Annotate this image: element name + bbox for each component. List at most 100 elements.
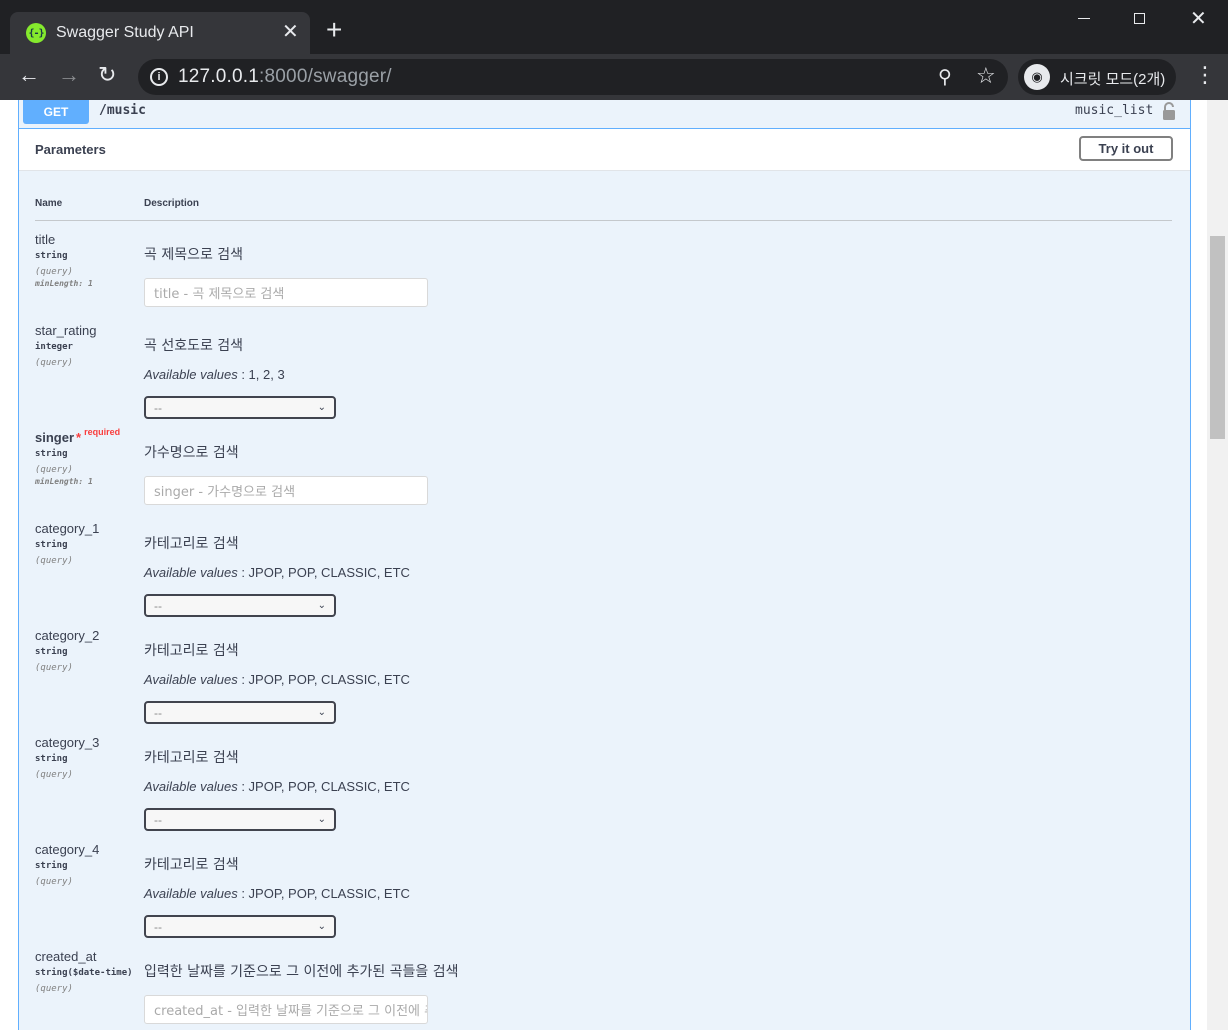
chevron-down-icon: ⌄ — [317, 921, 326, 932]
param-type: string — [35, 540, 68, 550]
tab-title: Swagger Study API — [56, 24, 194, 41]
url-host: 127.0.0.1 — [178, 66, 260, 87]
new-tab-icon[interactable]: + — [326, 16, 342, 44]
bookmark-star-icon[interactable]: ☆ — [976, 63, 996, 89]
back-arrow-icon[interactable]: ← — [18, 64, 40, 86]
param-location: (query) — [35, 984, 73, 994]
operation-block: GET /music music_list Parameters Try it … — [18, 100, 1191, 1030]
param-name: category_2 — [35, 628, 100, 643]
url-text[interactable]: 127.0.0.1:8000/swagger/ — [178, 66, 392, 88]
param-location: (query) — [35, 465, 73, 475]
select-value: -- — [154, 400, 162, 415]
param-location: (query) — [35, 770, 73, 780]
zoom-icon[interactable]: ⚲ — [938, 66, 952, 89]
operation-path: /music — [99, 103, 146, 118]
header-divider — [35, 220, 1172, 221]
parameters-title: Parameters — [35, 142, 106, 157]
param-minlength: minLength: 1 — [35, 477, 93, 486]
param-description: 곡 제목으로 검색 — [144, 247, 244, 263]
incognito-label: 시크릿 모드(2개) — [1060, 71, 1166, 88]
param-minlength: minLength: 1 — [35, 279, 93, 288]
forward-arrow-icon[interactable]: → — [58, 64, 80, 86]
category-3-select[interactable]: -- ⌄ — [144, 808, 336, 831]
browser-tab[interactable]: {-} Swagger Study API ✕ — [10, 12, 310, 54]
param-type: string($date-time) — [35, 968, 133, 978]
page-scrollbar[interactable] — [1207, 100, 1228, 1030]
reload-icon[interactable]: ↻ — [98, 64, 116, 86]
column-header-name: Name — [35, 198, 63, 209]
available-list: : JPOP, POP, CLASSIC, ETC — [237, 779, 410, 794]
maximize-icon[interactable] — [1134, 13, 1145, 24]
minimize-icon[interactable] — [1078, 18, 1090, 19]
param-available-values: Available values : JPOP, POP, CLASSIC, E… — [144, 779, 410, 794]
lock-icon[interactable] — [1161, 101, 1177, 121]
browser-tab-bar: {-} Swagger Study API ✕ + ✕ — [0, 0, 1228, 54]
star-rating-select[interactable]: -- ⌄ — [144, 396, 336, 419]
param-type: string — [35, 251, 68, 261]
param-description: 카테고리로 검색 — [144, 750, 239, 766]
tab-close-icon[interactable]: ✕ — [282, 21, 299, 43]
param-type: string — [35, 754, 68, 764]
available-list: : JPOP, POP, CLASSIC, ETC — [237, 565, 410, 580]
chevron-down-icon: ⌄ — [317, 814, 326, 825]
column-header-description: Description — [144, 198, 200, 209]
created-at-input[interactable]: created_at - 입력한 날짜를 기준으로 그 이전에 추가된 곡들을 … — [144, 995, 428, 1024]
operation-summary[interactable]: GET /music music_list — [19, 100, 1190, 129]
param-type: string — [35, 861, 68, 871]
category-1-select[interactable]: -- ⌄ — [144, 594, 336, 617]
parameters-header: Parameters Try it out — [19, 129, 1190, 171]
param-location: (query) — [35, 267, 73, 277]
address-bar[interactable]: i 127.0.0.1:8000/swagger/ ⚲ ☆ — [138, 59, 1008, 95]
param-location: (query) — [35, 877, 73, 887]
available-list: : JPOP, POP, CLASSIC, ETC — [237, 672, 410, 687]
select-value: -- — [154, 812, 162, 827]
param-description: 가수명으로 검색 — [144, 445, 239, 461]
try-it-out-button[interactable]: Try it out — [1079, 136, 1173, 161]
param-name: title — [35, 232, 56, 247]
param-type: string — [35, 449, 68, 459]
incognito-profile-button[interactable]: ◉ 시크릿 모드(2개) — [1018, 59, 1176, 95]
swagger-favicon-icon: {-} — [26, 23, 46, 43]
param-description: 카테고리로 검색 — [144, 643, 239, 659]
param-available-values: Available values : JPOP, POP, CLASSIC, E… — [144, 672, 410, 687]
param-available-values: Available values : JPOP, POP, CLASSIC, E… — [144, 565, 410, 580]
page-viewport: GET /music music_list Parameters Try it … — [0, 100, 1228, 1030]
available-label: Available values — [144, 779, 238, 794]
param-type: integer — [35, 342, 73, 352]
param-location: (query) — [35, 556, 73, 566]
singer-input[interactable]: singer - 가수명으로 검색 — [144, 476, 428, 505]
required-star: * — [76, 430, 82, 445]
param-type: string — [35, 647, 68, 657]
param-name: star_rating — [35, 323, 97, 338]
title-input[interactable]: title - 곡 제목으로 검색 — [144, 278, 428, 307]
category-4-select[interactable]: -- ⌄ — [144, 915, 336, 938]
param-name: created_at — [35, 949, 97, 964]
url-path: :8000/swagger/ — [259, 66, 392, 87]
available-label: Available values — [144, 565, 238, 580]
http-method-badge: GET — [23, 100, 89, 124]
param-name: singer * required — [35, 427, 121, 445]
param-location: (query) — [35, 358, 73, 368]
incognito-icon: ◉ — [1024, 64, 1050, 90]
param-description: 카테고리로 검색 — [144, 536, 239, 552]
param-name: category_3 — [35, 735, 100, 750]
param-name: category_4 — [35, 842, 100, 857]
chevron-down-icon: ⌄ — [317, 402, 326, 413]
param-name-text: singer — [35, 430, 75, 445]
param-description: 곡 선호도로 검색 — [144, 338, 244, 354]
available-label: Available values — [144, 886, 238, 901]
browser-menu-icon[interactable]: ⋮ — [1194, 64, 1216, 86]
param-name: category_1 — [35, 521, 100, 536]
select-value: -- — [154, 598, 162, 613]
required-label: required — [84, 427, 121, 437]
site-info-icon[interactable]: i — [150, 68, 168, 86]
available-label: Available values — [144, 367, 238, 382]
chevron-down-icon: ⌄ — [317, 600, 326, 611]
param-available-values: Available values : JPOP, POP, CLASSIC, E… — [144, 886, 410, 901]
scrollbar-thumb[interactable] — [1210, 236, 1225, 439]
browser-toolbar: ← → ↻ i 127.0.0.1:8000/swagger/ ⚲ ☆ ◉ 시크… — [0, 54, 1228, 100]
category-2-select[interactable]: -- ⌄ — [144, 701, 336, 724]
window-close-icon[interactable]: ✕ — [1190, 9, 1207, 29]
param-description: 입력한 날짜를 기준으로 그 이전에 추가된 곡들을 검색 — [144, 964, 459, 980]
chevron-down-icon: ⌄ — [317, 707, 326, 718]
